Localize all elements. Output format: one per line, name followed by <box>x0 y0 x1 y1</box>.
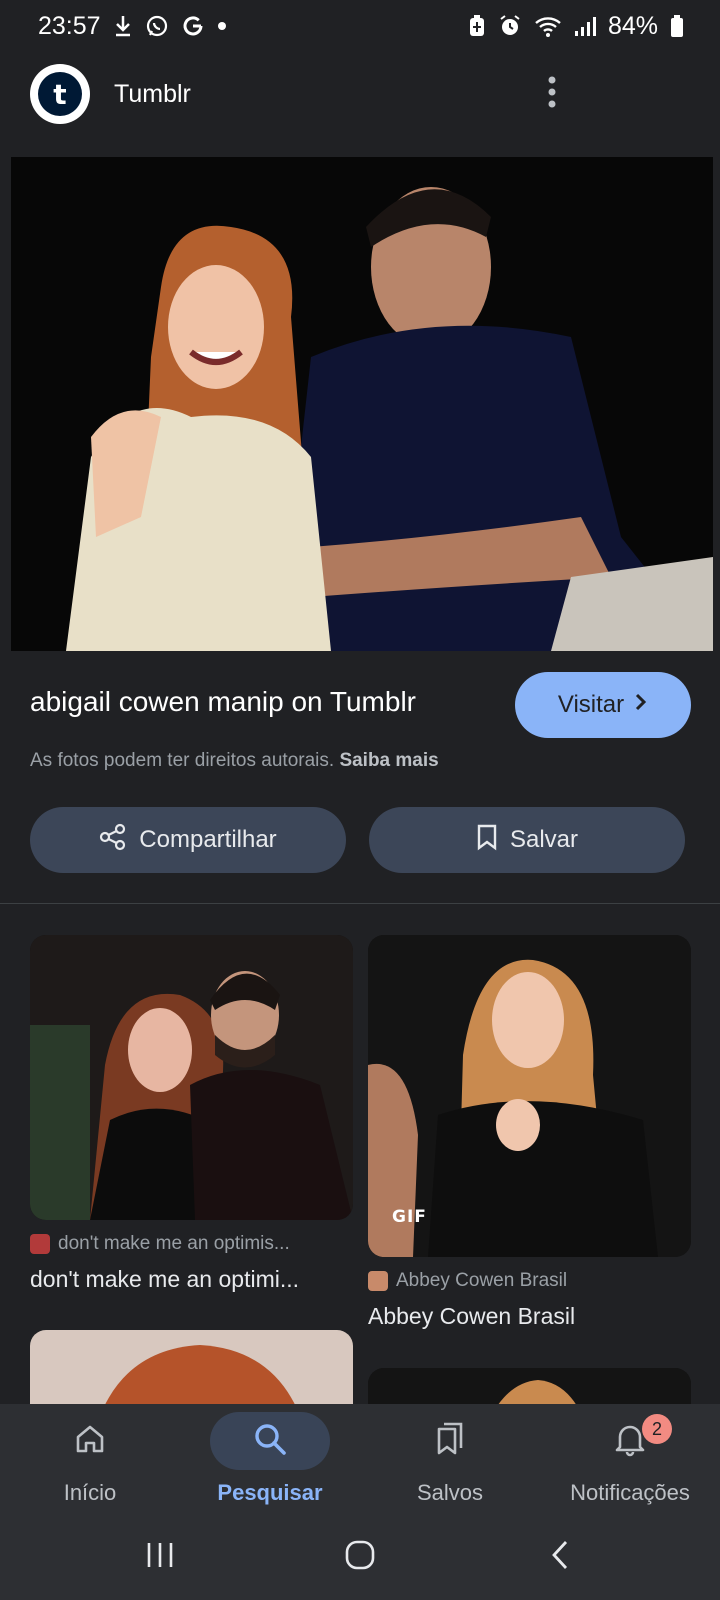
nav-notifications-label: Notificações <box>570 1480 690 1505</box>
app-header: t Tumblr <box>0 60 720 128</box>
result-image[interactable] <box>11 157 713 651</box>
back-button[interactable] <box>530 1527 590 1587</box>
result-title[interactable]: abigail cowen manip on Tumblr <box>30 686 416 718</box>
copyright-notice: As fotos podem ter direitos autorais. Sa… <box>30 750 439 772</box>
status-time: 23:57 <box>38 11 101 40</box>
bookmarks-icon <box>433 1421 467 1462</box>
tumblr-logo[interactable]: t <box>30 64 90 124</box>
nav-saved-icon-wrap <box>390 1412 510 1470</box>
site-name[interactable]: Tumblr <box>114 80 191 109</box>
copyright-text: As fotos podem ter direitos autorais. <box>30 750 335 771</box>
more-options-button[interactable] <box>534 76 570 112</box>
chevron-right-icon <box>634 691 648 719</box>
google-icon <box>181 13 205 39</box>
share-icon <box>99 823 127 858</box>
nav-home-icon-wrap <box>30 1412 150 1470</box>
related-source-label-1: don't make me an optimis... <box>58 1233 290 1254</box>
learn-more-link[interactable]: Saiba mais <box>339 750 438 771</box>
bookmark-icon <box>476 823 498 858</box>
visit-button[interactable]: Visitar <box>515 672 691 738</box>
nav-notifications-icon-wrap: 2 <box>570 1412 690 1470</box>
nav-notifications[interactable]: 2 Notificações <box>540 1404 720 1514</box>
nav-search[interactable]: Pesquisar <box>180 1404 360 1514</box>
gif-badge: GIF <box>392 1207 427 1227</box>
whatsapp-icon <box>145 13 169 39</box>
tumblr-logo-letter: t <box>38 72 82 116</box>
nav-home-label: Início <box>63 1480 117 1505</box>
nav-search-icon-wrap <box>210 1412 330 1470</box>
alarm-icon <box>498 13 522 39</box>
signal-icon <box>574 13 596 39</box>
save-label: Salvar <box>509 826 579 853</box>
nav-home[interactable]: Início <box>0 1404 180 1514</box>
status-left: 23:57 <box>38 12 227 41</box>
bottom-navigation: Início Pesquisar Salvos 2 Notificações <box>0 1404 720 1514</box>
related-source-2[interactable]: Abbey Cowen Brasil <box>368 1270 688 1292</box>
home-circle-icon <box>344 1539 376 1576</box>
home-icon <box>73 1422 107 1461</box>
related-image-1[interactable] <box>30 935 353 1220</box>
related-source-label-2: Abbey Cowen Brasil <box>396 1270 568 1291</box>
status-right: 84% <box>468 12 684 41</box>
related-source-1[interactable]: don't make me an optimis... <box>30 1233 350 1255</box>
source-favicon-icon <box>30 1234 50 1254</box>
recent-apps-icon <box>144 1540 176 1575</box>
related-image-1-art <box>30 935 353 1220</box>
nav-saved[interactable]: Salvos <box>360 1404 540 1514</box>
save-button[interactable]: Salvar <box>369 807 685 873</box>
battery-icon <box>670 13 684 39</box>
battery-saver-icon <box>468 13 486 39</box>
wifi-icon <box>534 13 562 39</box>
back-icon <box>548 1539 572 1576</box>
related-title-2[interactable]: Abbey Cowen Brasil <box>368 1303 688 1330</box>
nav-search-label: Pesquisar <box>217 1480 323 1505</box>
share-button[interactable]: Compartilhar <box>30 807 346 873</box>
visit-label: Visitar <box>557 691 625 718</box>
battery-percent: 84% <box>607 11 658 40</box>
nav-saved-label: Salvos <box>416 1480 484 1505</box>
more-vert-icon <box>547 76 557 113</box>
recent-apps-button[interactable] <box>130 1527 190 1587</box>
divider <box>0 903 720 904</box>
download-icon <box>113 13 133 39</box>
status-bar: 23:57 84% <box>0 0 720 52</box>
search-icon <box>252 1421 288 1462</box>
result-image-art <box>11 157 713 651</box>
home-button[interactable] <box>330 1527 390 1587</box>
dot-icon <box>217 13 227 39</box>
notification-count-badge: 2 <box>642 1414 672 1444</box>
source-favicon-icon <box>368 1271 388 1291</box>
related-image-2[interactable]: GIF <box>368 935 691 1257</box>
system-navigation <box>0 1514 720 1600</box>
share-label: Compartilhar <box>139 826 277 853</box>
related-title-1[interactable]: don't make me an optimi... <box>30 1266 350 1293</box>
